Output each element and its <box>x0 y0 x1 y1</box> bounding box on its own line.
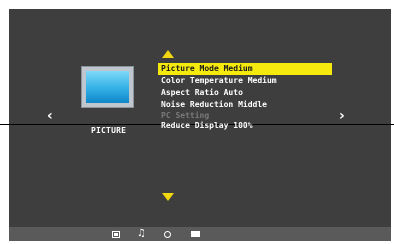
sound-icon[interactable]: ♫ <box>137 227 146 241</box>
bottom-nav-bar: ♫ <box>9 227 391 241</box>
picture-category-icon <box>81 66 134 108</box>
scroll-up-arrow-icon[interactable] <box>162 50 174 58</box>
menu-item-aspect-ratio[interactable]: Aspect Ratio Auto <box>158 87 332 99</box>
menu-item-color-temperature[interactable]: Color Temperature Medium <box>158 75 332 87</box>
tv-screen-graphic <box>86 71 129 103</box>
picture-icon[interactable] <box>112 231 120 238</box>
menu-item-pc-setting: PC Setting <box>161 111 210 120</box>
picture-menu: Picture Mode Medium Color Temperature Me… <box>158 63 332 132</box>
menu-item-picture-mode[interactable]: Picture Mode Medium <box>158 63 332 75</box>
category-label: PICTURE <box>91 126 127 135</box>
nav-left-arrow-icon[interactable]: ‹ <box>47 108 53 124</box>
scroll-down-arrow-icon[interactable] <box>162 193 174 201</box>
channel-icon[interactable] <box>164 231 171 238</box>
nav-right-arrow-icon[interactable]: › <box>339 108 345 124</box>
screen-icon[interactable] <box>191 231 200 237</box>
menu-item-reduce-display[interactable]: Reduce Display 100% <box>158 120 332 132</box>
menu-item-noise-reduction[interactable]: Noise Reduction Middle <box>158 99 332 111</box>
